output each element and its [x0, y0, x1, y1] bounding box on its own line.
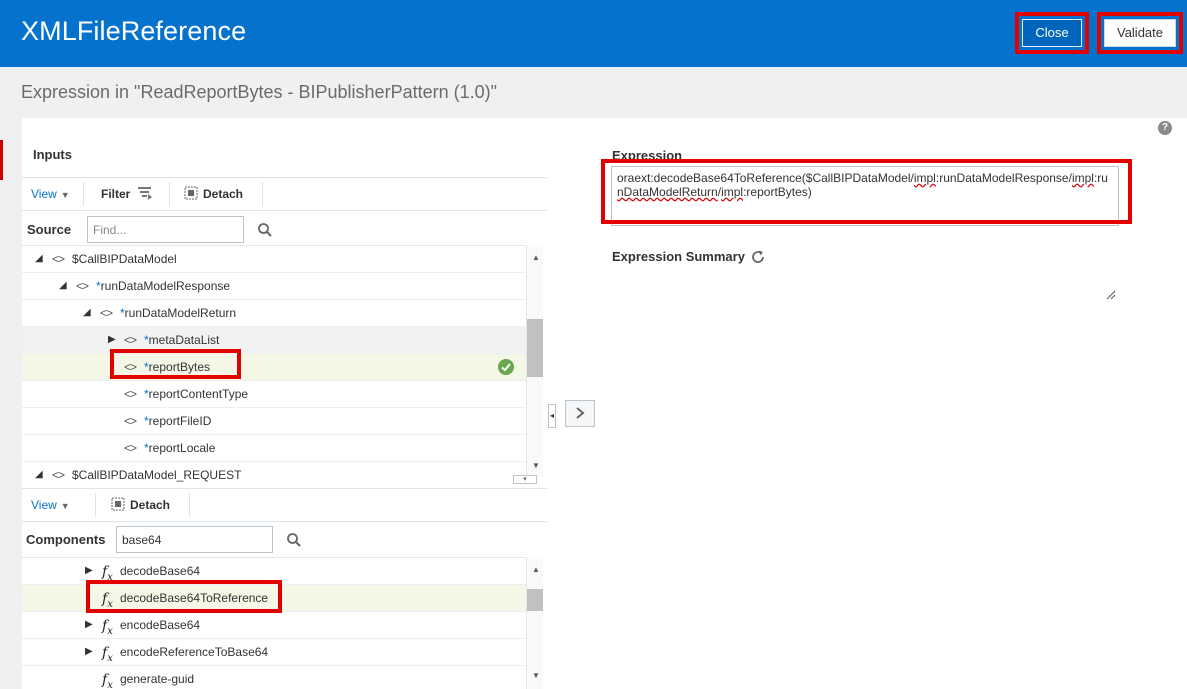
filter-icon: [137, 187, 152, 200]
source-search-input[interactable]: [87, 216, 244, 243]
element-icon: <>: [52, 468, 65, 482]
chevron-right-icon: [576, 407, 585, 419]
header-bar: XMLFileReference Close Validate: [0, 0, 1187, 67]
filter-button[interactable]: Filter: [101, 178, 153, 210]
components-search-row: Components: [22, 523, 547, 557]
detach-icon: [184, 186, 198, 200]
source-scrollbar[interactable]: ▲ ▼: [526, 245, 543, 477]
scroll-up-icon[interactable]: ▲: [531, 253, 541, 262]
detach-label: Detach: [130, 498, 171, 512]
components-toolbar: View ▼ Detach: [22, 488, 547, 522]
view-menu[interactable]: View ▼: [31, 489, 70, 521]
scroll-down-icon[interactable]: ▼: [531, 671, 541, 680]
detach-button[interactable]: Detach: [184, 178, 243, 210]
collapse-icon[interactable]: ◢: [35, 246, 43, 272]
view-menu-label: View: [31, 187, 57, 201]
refresh-icon[interactable]: [750, 249, 766, 265]
function-label: encodeBase64: [120, 618, 201, 632]
tree-node[interactable]: ◢ <> *runDataModelReturn: [22, 300, 526, 327]
split-grip-icon[interactable]: ▾: [513, 475, 537, 484]
function-label: generate-guid: [120, 672, 195, 686]
tree-node-label: $CallBIPDataModel_REQUEST: [72, 468, 242, 482]
tree-node[interactable]: <> *reportLocale: [22, 435, 526, 462]
components-search-input[interactable]: [116, 526, 273, 553]
app-title: XMLFileReference: [21, 16, 247, 46]
view-menu[interactable]: View ▼: [31, 178, 70, 210]
close-button[interactable]: Close: [1022, 19, 1082, 47]
source-search-row: Source: [22, 213, 547, 247]
valid-check-icon: [498, 359, 514, 375]
function-item[interactable]: fx generate-guid: [22, 666, 526, 689]
element-icon: <>: [100, 306, 113, 320]
components-label: Components: [26, 532, 106, 547]
view-menu-label: View: [31, 498, 57, 512]
detach-icon: [111, 497, 125, 511]
insert-into-expression-button[interactable]: [565, 400, 595, 427]
tree-node-label: $CallBIPDataModel: [72, 252, 177, 266]
scroll-thumb[interactable]: [527, 589, 543, 611]
decode-function-highlight: [86, 580, 282, 613]
tree-node[interactable]: ◢ <> $CallBIPDataModel: [22, 246, 526, 273]
source-tree: ◢ <> $CallBIPDataModel ◢ <> *runDataMode…: [22, 245, 526, 487]
function-item[interactable]: ▶ fx encodeReferenceToBase64: [22, 639, 526, 666]
left-edge-marker: [0, 140, 3, 180]
tree-node[interactable]: ◢ <> $CallBIPDataModel_REQUEST: [22, 462, 526, 487]
components-scrollbar[interactable]: ▲ ▼: [526, 557, 543, 689]
tree-node[interactable]: <> *reportFileID: [22, 408, 526, 435]
tree-node-label: *reportContentType: [144, 387, 249, 401]
validate-button[interactable]: Validate: [1104, 19, 1176, 47]
source-label: Source: [27, 222, 72, 237]
detach-label: Detach: [203, 187, 244, 201]
expression-summary-label: Expression Summary: [612, 249, 745, 264]
element-icon: <>: [76, 279, 89, 293]
scroll-up-icon[interactable]: ▲: [531, 565, 541, 574]
collapse-icon[interactable]: ◢: [83, 300, 91, 326]
function-item[interactable]: ▶ fx encodeBase64: [22, 612, 526, 639]
report-bytes-highlight: [110, 349, 241, 379]
element-icon: <>: [124, 387, 137, 401]
search-icon[interactable]: [286, 532, 302, 548]
collapse-icon[interactable]: ◢: [35, 462, 43, 487]
element-icon: <>: [124, 414, 137, 428]
chevron-down-icon: ▼: [60, 190, 70, 200]
tree-node[interactable]: <> *reportContentType: [22, 381, 526, 408]
inputs-toolbar: View ▼ Filter Detach: [22, 177, 547, 211]
function-icon: fx: [102, 672, 113, 689]
scroll-down-icon[interactable]: ▼: [531, 461, 541, 470]
tree-node[interactable]: ▶ <> *metaDataList: [22, 327, 526, 354]
tree-node-label: *runDataModelReturn: [120, 306, 237, 320]
tree-node[interactable]: ◢ <> *runDataModelResponse: [22, 273, 526, 300]
detach-button[interactable]: Detach: [111, 489, 170, 521]
tree-node-selected[interactable]: <> *reportBytes: [22, 354, 526, 381]
expand-icon[interactable]: ▶: [85, 612, 93, 638]
tree-node-label: *runDataModelResponse: [96, 279, 231, 293]
search-icon[interactable]: [257, 222, 273, 238]
collapse-icon[interactable]: ◢: [59, 273, 67, 299]
resize-grip-icon[interactable]: [1106, 290, 1116, 300]
collapse-panel-icon[interactable]: ◂: [548, 404, 556, 428]
chevron-down-icon: ▼: [60, 501, 70, 511]
filter-label: Filter: [101, 187, 131, 201]
tree-node-label: *reportLocale: [144, 441, 216, 455]
expand-icon[interactable]: ▶: [85, 639, 93, 665]
components-list: ▶ fx decodeBase64 fx decodeBase64ToRefer…: [22, 557, 526, 689]
function-label: encodeReferenceToBase64: [120, 645, 269, 659]
tree-node-label: *reportFileID: [144, 414, 212, 428]
inputs-heading: Inputs: [33, 147, 72, 162]
help-icon[interactable]: ?: [1158, 121, 1172, 135]
page-subtitle: Expression in "ReadReportBytes - BIPubli…: [21, 82, 497, 102]
expression-highlight: [601, 159, 1132, 224]
element-icon: <>: [124, 441, 137, 455]
scroll-thumb[interactable]: [527, 319, 543, 377]
element-icon: <>: [52, 252, 65, 266]
